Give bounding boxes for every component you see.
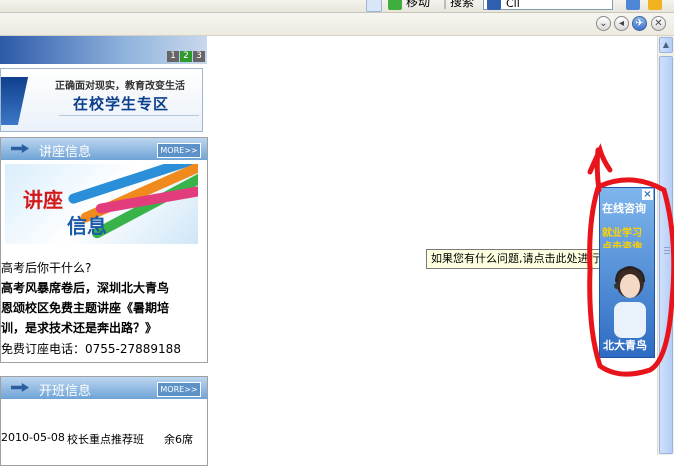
customer-service-avatar	[614, 266, 646, 338]
brand-label: 北大青鸟	[603, 339, 647, 352]
banner-stripe	[1, 77, 29, 125]
move-label[interactable]: 移动	[406, 0, 430, 10]
student-zone-banner[interactable]: 正确面对现实，教育改变生活 在校学生专区	[0, 68, 203, 132]
collapse-button[interactable]: ⌄	[596, 16, 611, 31]
scrollbar-thumb[interactable]	[659, 56, 673, 454]
search-engine-icon	[487, 0, 501, 10]
banner-pager: 123	[166, 47, 205, 62]
pager-2[interactable]: 2	[180, 51, 192, 62]
lecture-line-5: 免费订座电话：0755-27889188	[1, 342, 181, 356]
divider	[59, 115, 199, 116]
scroll-up-icon[interactable]: ▲	[659, 37, 673, 53]
pager-1[interactable]: 1	[167, 51, 179, 62]
lecture-line-2[interactable]: 高考风暴席卷后，深圳北大青鸟	[1, 280, 169, 296]
edit-icon[interactable]	[648, 0, 662, 10]
back-button[interactable]: ◂	[614, 16, 629, 31]
online-consult-label[interactable]: 在线咨询	[602, 200, 646, 216]
send-button[interactable]: ✈	[632, 16, 647, 31]
separator: |	[443, 0, 448, 9]
lecture-header: 讲座信息 MORE>>	[1, 138, 207, 160]
banner-slideshow[interactable]: 123	[0, 36, 207, 64]
browser-toolbar: 移动 | 搜索 Cll	[0, 0, 674, 13]
click-consult-label[interactable]: 点击咨询	[602, 238, 642, 248]
grip-icon	[664, 253, 670, 254]
close-icon[interactable]: ×	[642, 189, 653, 200]
grip-icon	[664, 250, 670, 251]
lecture-line-4[interactable]: 训，是求技术还是奔出路？》	[1, 320, 157, 336]
class-name[interactable]: 校长重点推荐班	[67, 431, 144, 447]
lecture-box: 讲座信息 MORE>> 讲座 信息 高考后你干什么? 高考风暴席卷后，深圳北大青…	[0, 137, 208, 363]
go-icon[interactable]	[626, 0, 640, 10]
lecture-title: 讲座信息	[39, 145, 92, 160]
classes-box: 开班信息 MORE>> 2010-05-08 校长重点推荐班 余6席	[0, 376, 208, 466]
arrow-icon	[11, 144, 29, 153]
classes-header: 开班信息 MORE>>	[1, 377, 207, 399]
student-zone-subtitle: 正确面对现实，教育改变生活	[55, 81, 185, 92]
vertical-scrollbar[interactable]: ▲	[657, 36, 674, 455]
lecture-more-button[interactable]: MORE>>	[157, 143, 201, 158]
search-input[interactable]: Cll	[483, 0, 613, 10]
classes-title: 开班信息	[39, 384, 92, 399]
job-study-label[interactable]: 就业学习	[602, 224, 642, 239]
pager-3[interactable]: 3	[193, 51, 205, 62]
class-seats: 余6席	[164, 433, 193, 446]
lecture-line-3[interactable]: 恩颂校区免费主题讲座《暑期培	[1, 300, 169, 316]
close-button[interactable]: ✕	[651, 16, 666, 31]
student-zone-title: 在校学生专区	[73, 95, 170, 113]
lecture-image-text-1: 讲座	[23, 188, 63, 212]
move-icon[interactable]	[388, 0, 402, 10]
class-date: 2010-05-08	[1, 431, 65, 444]
search-label[interactable]: 搜索	[450, 0, 474, 10]
lecture-line-1[interactable]: 高考后你干什么?	[1, 260, 91, 276]
grip-icon	[664, 247, 670, 248]
lecture-image[interactable]: 讲座 信息	[5, 164, 198, 244]
lecture-image-text-2: 信息	[67, 214, 107, 238]
left-column: 123 正确面对现实，教育改变生活 在校学生专区 讲座信息 MORE>> 讲座 …	[0, 36, 212, 466]
page-icon[interactable]	[366, 0, 382, 12]
classes-more-button[interactable]: MORE>>	[157, 382, 201, 397]
arrow-icon	[11, 383, 29, 392]
secondary-toolbar: ⌄ ◂ ✈ ✕	[0, 13, 674, 36]
online-consult-widget[interactable]: × 在线咨询 就业学习 点击咨询 北大青鸟	[599, 187, 655, 358]
